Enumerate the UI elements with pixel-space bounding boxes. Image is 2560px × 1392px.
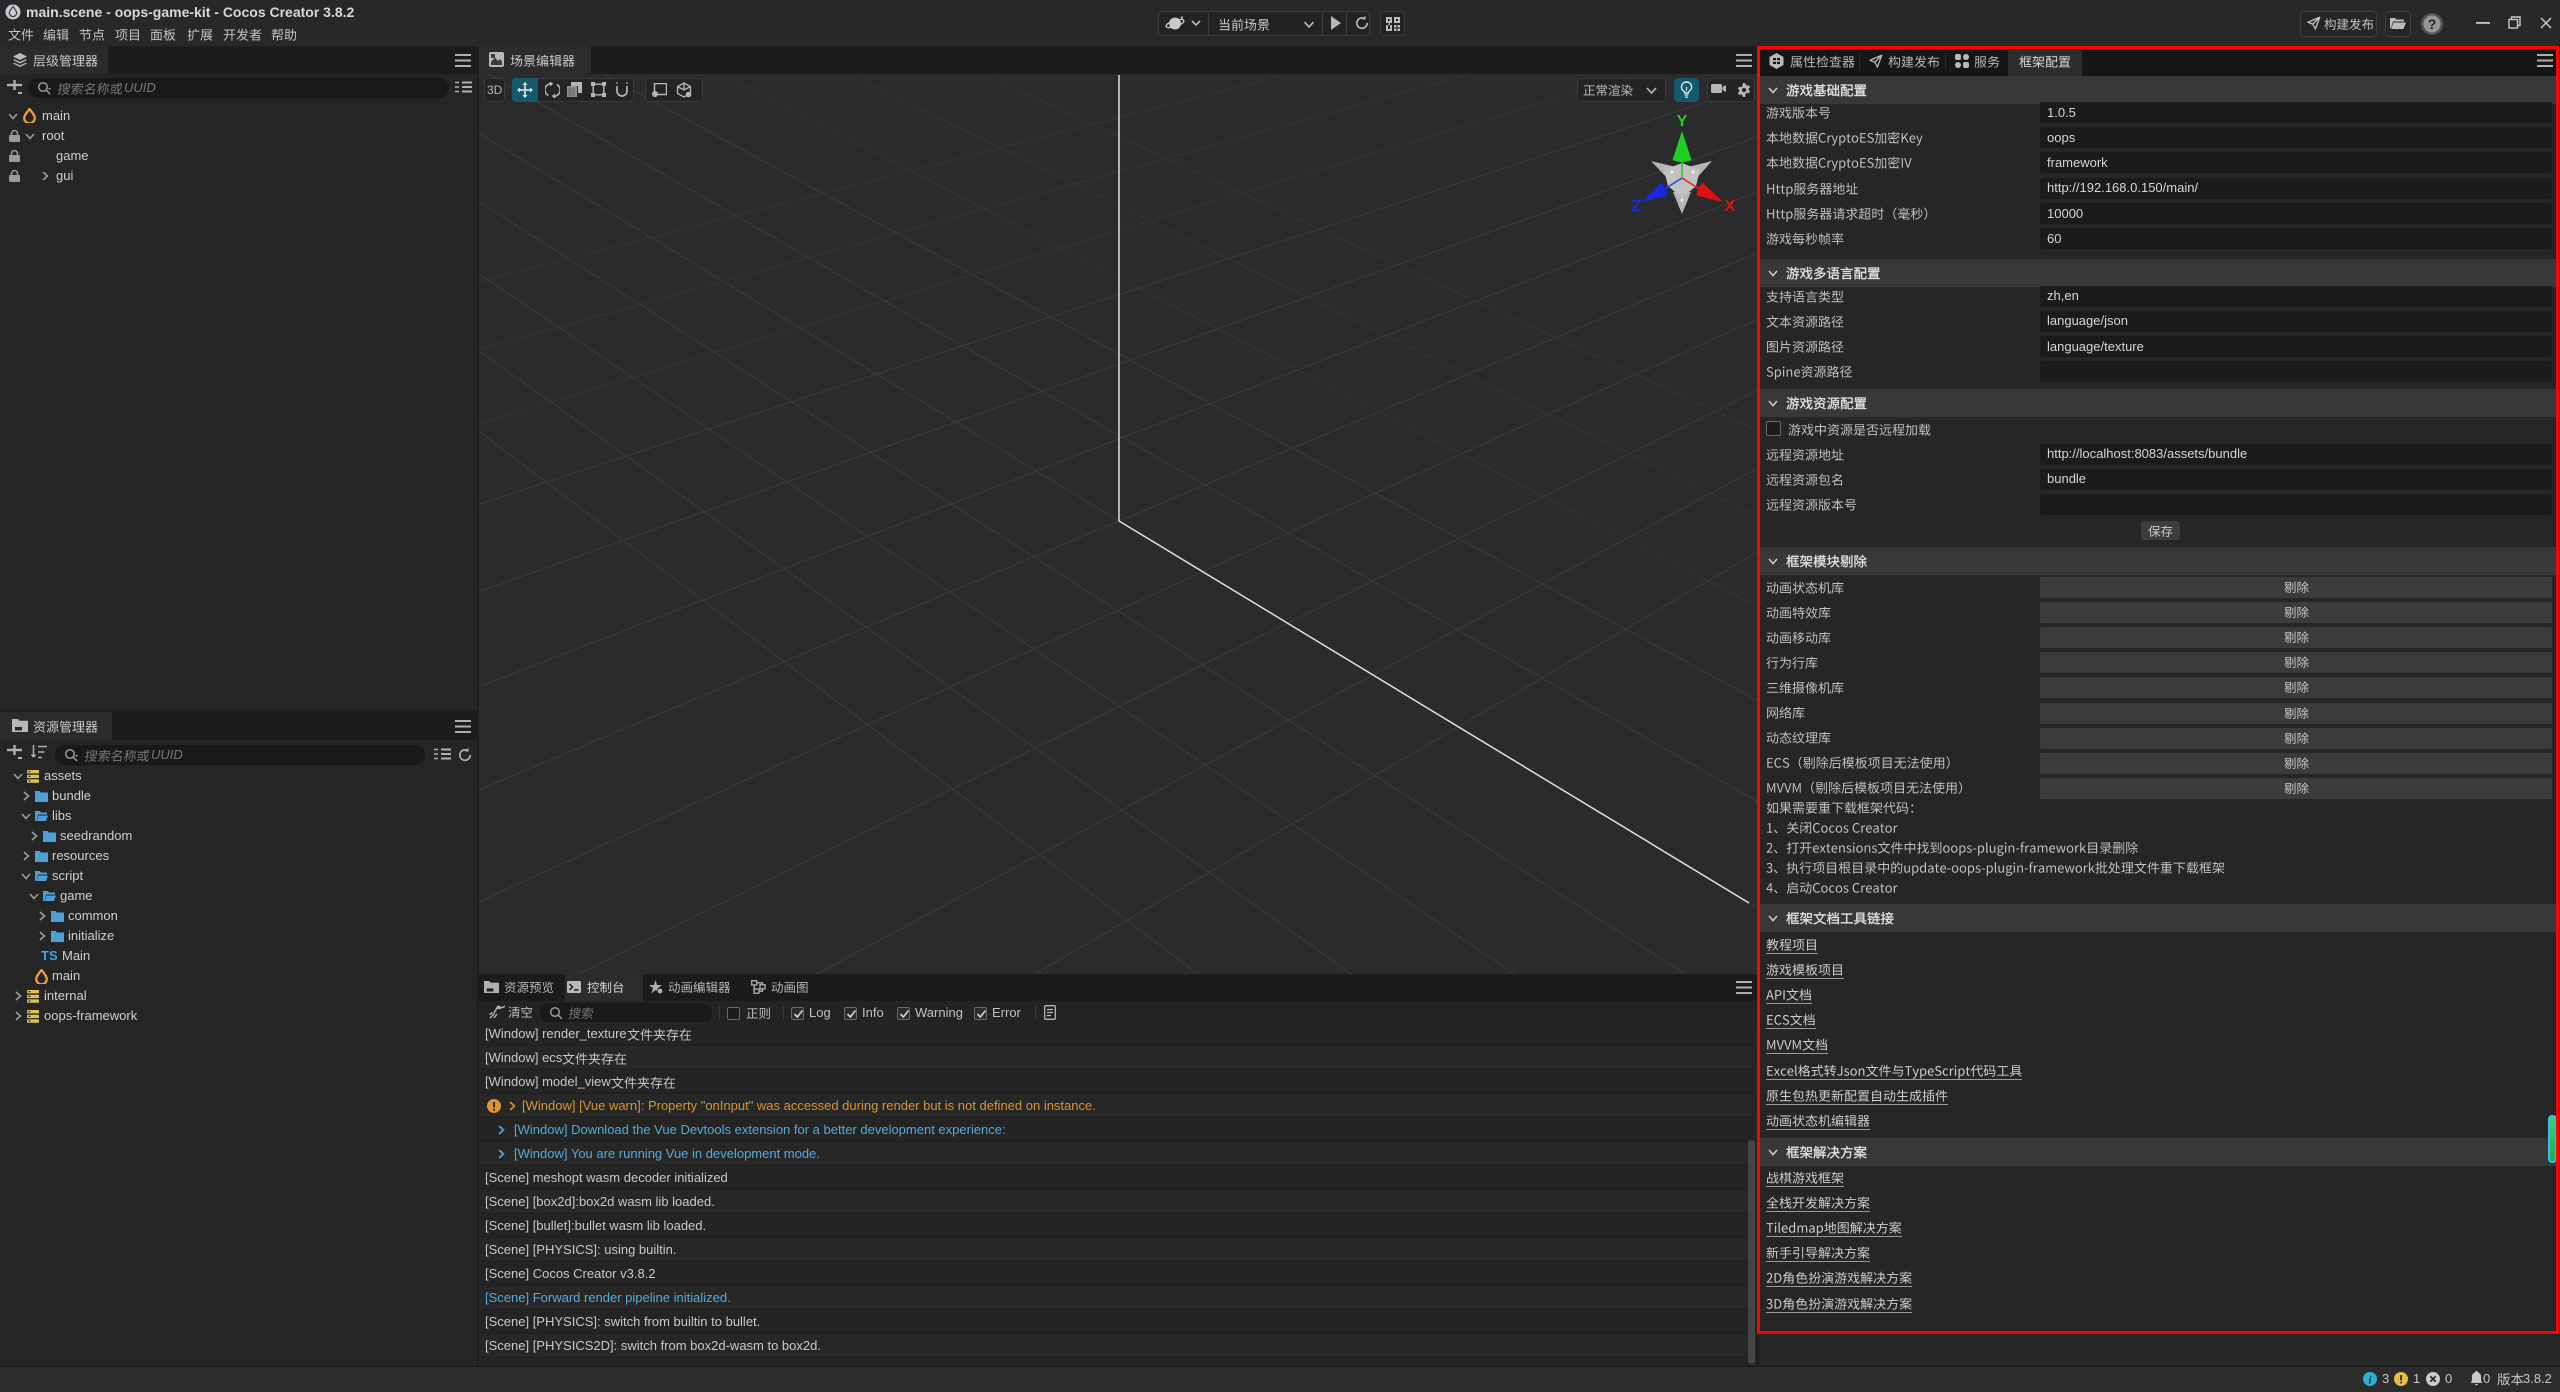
svg-text:X: X xyxy=(1725,198,1736,215)
svg-text:Y: Y xyxy=(1677,113,1688,130)
svg-text:?: ? xyxy=(2428,16,2437,32)
svg-text:Z: Z xyxy=(1631,198,1641,215)
